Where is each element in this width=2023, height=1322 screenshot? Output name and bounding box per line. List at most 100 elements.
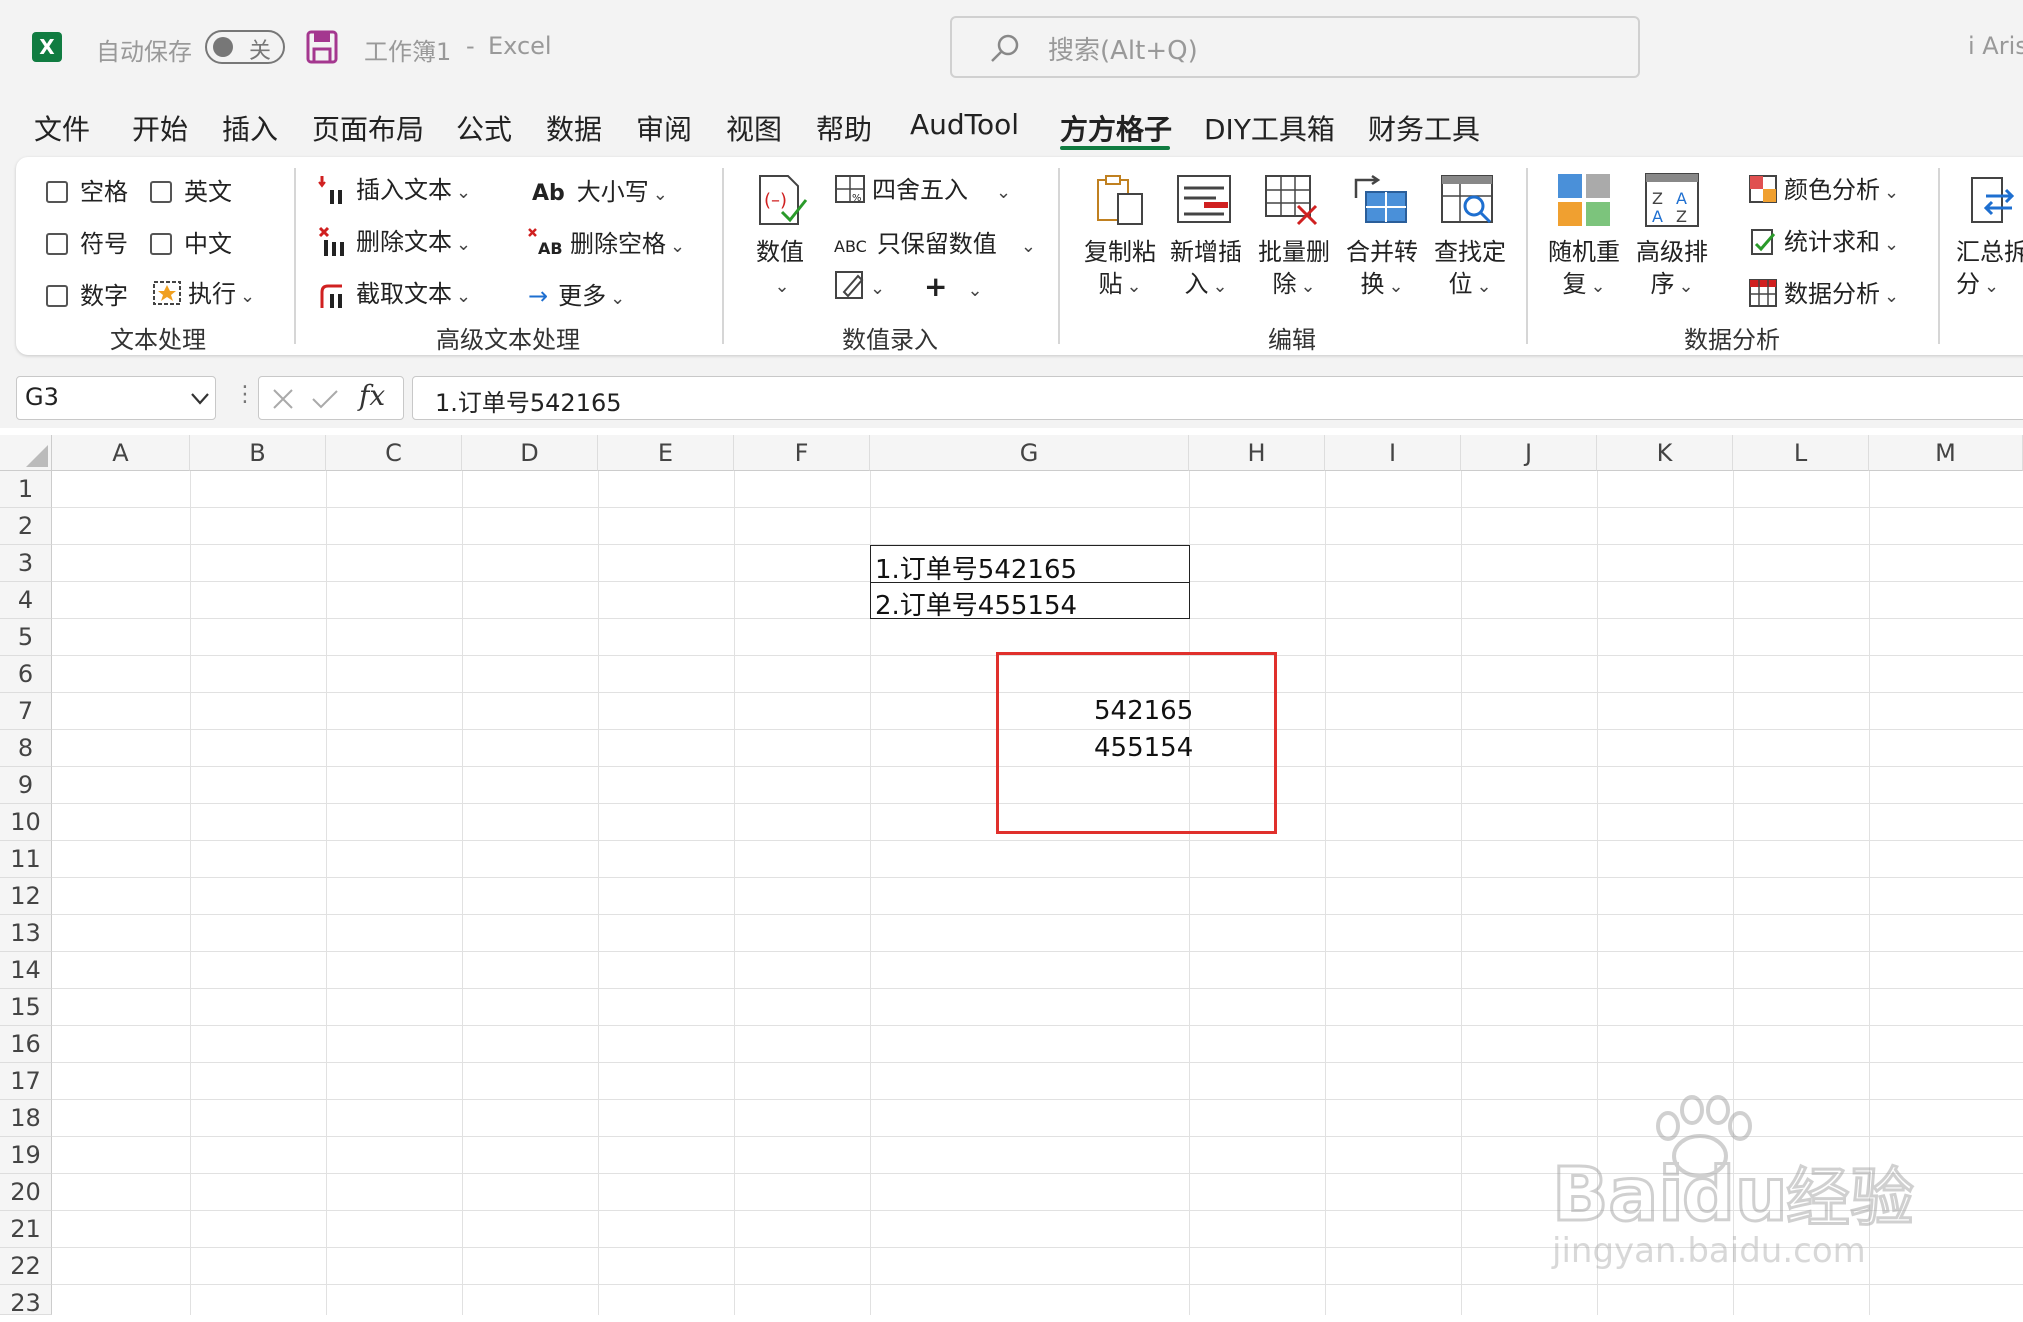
column-header-c[interactable]: C: [326, 435, 462, 471]
tab-file[interactable]: 文件: [34, 108, 90, 148]
stat-sum-button[interactable]: 统计求和 ⌄: [1748, 222, 1899, 257]
row-header-19[interactable]: 19: [0, 1137, 52, 1174]
tab-view[interactable]: 视图: [726, 108, 782, 148]
tab-fangfanggezi[interactable]: 方方格子: [1060, 108, 1172, 148]
find-locate-button[interactable]: 查找定位 ⌄: [1424, 236, 1516, 303]
advanced-sort-button[interactable]: 高级排序 ⌄: [1626, 236, 1718, 303]
cancel-icon[interactable]: [271, 387, 295, 411]
edit-value-button[interactable]: ⌄: [834, 270, 885, 300]
summary-split-button[interactable]: 汇总拆分 ⌄: [1956, 236, 2023, 303]
save-icon[interactable]: [306, 30, 338, 64]
row-header-4[interactable]: 4: [0, 582, 52, 619]
batch-delete-button[interactable]: 批量删除 ⌄: [1248, 236, 1340, 303]
row-header-8[interactable]: 8: [0, 730, 52, 767]
column-header-i[interactable]: I: [1325, 435, 1461, 471]
grid-line: [326, 471, 327, 1315]
row-header-6[interactable]: 6: [0, 656, 52, 693]
tab-review[interactable]: 审阅: [636, 108, 692, 148]
tab-insert[interactable]: 插入: [222, 108, 278, 148]
row-header-13[interactable]: 13: [0, 915, 52, 952]
chevron-down-icon[interactable]: [189, 387, 211, 409]
tab-audtool[interactable]: AudTool: [910, 108, 1019, 141]
execute-icon: [153, 281, 181, 305]
keep-value-button[interactable]: ABC 只保留数值 ⌄: [834, 224, 1036, 259]
tab-help[interactable]: 帮助: [816, 108, 872, 148]
more-button[interactable]: → 更多 ⌄: [528, 276, 625, 311]
column-header-l[interactable]: L: [1733, 435, 1869, 471]
chinese-checkbox[interactable]: 中文: [150, 224, 232, 259]
row-header-16[interactable]: 16: [0, 1026, 52, 1063]
formula-input[interactable]: 1.订单号542165: [412, 376, 2023, 420]
delete-text-button[interactable]: 删除文本 ⌄: [318, 222, 471, 258]
row-header-3[interactable]: 3: [0, 545, 52, 582]
column-header-m[interactable]: M: [1869, 435, 2023, 471]
copy-paste-button[interactable]: 复制粘贴 ⌄: [1074, 236, 1166, 303]
column-header-f[interactable]: F: [734, 435, 870, 471]
row-header-2[interactable]: 2: [0, 508, 52, 545]
autosave-toggle[interactable]: 关: [205, 30, 285, 64]
column-header-b[interactable]: B: [190, 435, 326, 471]
confirm-icon[interactable]: [311, 387, 339, 411]
symbol-checkbox[interactable]: 符号: [46, 224, 128, 259]
column-header-k[interactable]: K: [1597, 435, 1733, 471]
row-header-11[interactable]: 11: [0, 841, 52, 878]
tab-data[interactable]: 数据: [546, 108, 602, 148]
tab-finance-tools[interactable]: 财务工具: [1368, 108, 1480, 148]
chevron-down-icon: ⌄: [1590, 276, 1606, 297]
row-header-7[interactable]: 7: [0, 693, 52, 730]
row-header-21[interactable]: 21: [0, 1211, 52, 1248]
chevron-down-icon: ⌄: [774, 276, 790, 297]
column-header-j[interactable]: J: [1461, 435, 1597, 471]
merge-convert-icon: [1354, 174, 1407, 223]
delete-space-button[interactable]: AB 删除空格 ⌄: [528, 224, 685, 259]
row-header-9[interactable]: 9: [0, 767, 52, 804]
name-box[interactable]: G3: [16, 376, 216, 420]
add-button[interactable]: + ⌄: [924, 270, 983, 303]
row-header-12[interactable]: 12: [0, 878, 52, 915]
row-header-23[interactable]: 23: [0, 1285, 52, 1317]
tab-home[interactable]: 开始: [132, 108, 188, 148]
column-header-g[interactable]: G: [870, 435, 1189, 471]
english-checkbox[interactable]: 英文: [150, 172, 232, 207]
value-icon[interactable]: (–): [752, 172, 808, 228]
cell-g4[interactable]: 2.订单号455154: [870, 582, 1190, 621]
space-checkbox[interactable]: 空格: [46, 172, 128, 207]
column-header-a[interactable]: A: [52, 435, 190, 471]
value-button-label[interactable]: 数值 ⌄: [752, 236, 808, 303]
advanced-sort-icon: ZA AZ: [1645, 173, 1699, 227]
search-input[interactable]: 搜索(Alt+Q): [950, 16, 1640, 78]
watermark-cn: 经验: [1786, 1162, 1914, 1236]
column-header-e[interactable]: E: [598, 435, 734, 471]
cut-text-button[interactable]: 截取文本 ⌄: [318, 274, 471, 310]
tab-diy-toolbox[interactable]: DIY工具箱: [1204, 108, 1335, 148]
case-button[interactable]: Ab 大小写 ⌄: [532, 172, 668, 207]
insert-text-button[interactable]: 插入文本 ⌄: [318, 170, 471, 206]
tab-formulas[interactable]: 公式: [456, 108, 512, 148]
row-header-5[interactable]: 5: [0, 619, 52, 656]
select-all-corner[interactable]: [0, 435, 52, 471]
execute-button[interactable]: 执行 ⌄: [152, 274, 255, 309]
user-name[interactable]: i Aris: [1968, 32, 2023, 60]
row-header-15[interactable]: 15: [0, 989, 52, 1026]
checkbox-icon: [150, 233, 172, 255]
row-header-1[interactable]: 1: [0, 471, 52, 508]
row-header-18[interactable]: 18: [0, 1100, 52, 1137]
round-button[interactable]: % 四舍五入 ⌄: [834, 170, 1011, 205]
cell-g3[interactable]: 1.订单号542165: [870, 545, 1190, 585]
row-header-22[interactable]: 22: [0, 1248, 52, 1285]
row-header-14[interactable]: 14: [0, 952, 52, 989]
more-options-icon[interactable]: ⋮: [234, 382, 256, 407]
digit-checkbox[interactable]: 数字: [46, 276, 128, 311]
row-header-17[interactable]: 17: [0, 1063, 52, 1100]
column-header-d[interactable]: D: [462, 435, 598, 471]
color-analysis-button[interactable]: 颜色分析 ⌄: [1748, 170, 1899, 205]
column-header-h[interactable]: H: [1189, 435, 1325, 471]
data-analysis-button[interactable]: 数据分析 ⌄: [1748, 274, 1899, 309]
new-insert-button[interactable]: 新增插入 ⌄: [1160, 236, 1252, 303]
row-header-10[interactable]: 10: [0, 804, 52, 841]
row-header-20[interactable]: 20: [0, 1174, 52, 1211]
merge-convert-button[interactable]: 合并转换 ⌄: [1336, 236, 1428, 303]
insert-function-icon[interactable]: fx: [359, 379, 385, 412]
random-repeat-button[interactable]: 随机重复 ⌄: [1538, 236, 1630, 303]
tab-page-layout[interactable]: 页面布局: [312, 108, 424, 148]
